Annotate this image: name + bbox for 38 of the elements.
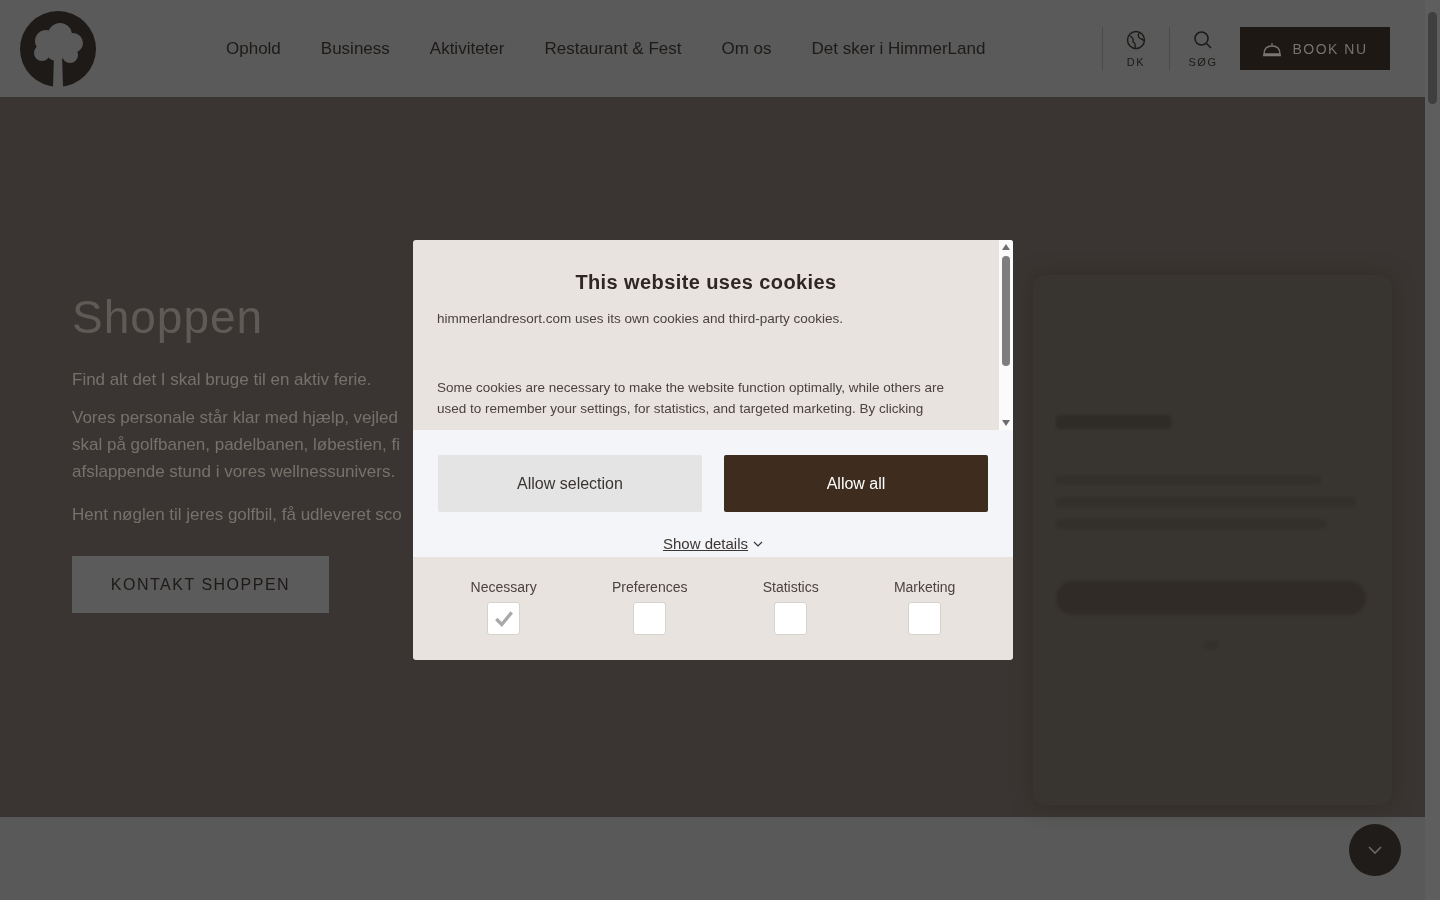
body-text: Hent nøglen til jeres golfbil, få udleveret sco [72,504,403,526]
category-label: Marketing [893,579,956,595]
service-bell-icon [1262,40,1283,57]
body-text-line: afslappende stund i vores wellnessunivers. [72,461,397,483]
intro-text: himmerlandresort.com uses its own cookies and third-party cookies. [437,310,844,328]
page-scrollbar[interactable] [1425,0,1440,900]
body-text-line: Vores personale står klar med hjælp, vejled [72,407,399,429]
dialog-scrollbar[interactable] [999,240,1013,430]
category-label: Necessary [470,579,537,595]
chevron-down-icon [1367,845,1383,855]
nav-link[interactable]: Det sker i HimmerLand [811,38,986,59]
nav-link[interactable]: Aktiviteter [429,38,505,59]
show-details-link[interactable]: Show details [662,535,764,552]
tree-logo-icon[interactable] [20,10,96,87]
checkbox[interactable] [487,602,521,635]
language-button[interactable]: DK [1103,29,1169,68]
nav-link[interactable]: Business [320,38,390,59]
scroll-down-arrow-icon[interactable] [1002,420,1010,426]
nav-link[interactable]: Ophold [226,38,281,59]
checkbox[interactable] [774,602,808,635]
category-label: Preferences [611,579,688,595]
allow-selection-button[interactable]: Allow selection [438,455,702,512]
body-text: Some cookies are necessary to make the website function optimally, while others are used to remember your settings, for statistics, and targeted marketing. By clicking [437,379,945,418]
body-text-line: skal på golfbanen, padelbanen, løbestien, fi [72,434,401,456]
search-icon [1193,29,1213,50]
book-now-button[interactable]: BOOK NU [1240,27,1390,70]
scroll-up-arrow-icon[interactable] [1002,244,1010,250]
nav-link[interactable]: Om os [721,38,772,59]
search-button[interactable]: SØG [1170,29,1236,68]
contact-shop-button[interactable]: KONTAKT SHOPPEN [72,556,329,613]
chevron-down-icon [753,540,764,547]
dialog-title: This website uses cookies [574,271,838,294]
category-label: Statistics [762,579,819,595]
allow-all-button[interactable]: Allow all [724,455,988,512]
checkbox[interactable] [633,602,667,635]
nav-link[interactable]: Restaurant & Fest [544,38,682,59]
globe-icon [1126,29,1146,50]
checkbox[interactable] [908,602,942,635]
